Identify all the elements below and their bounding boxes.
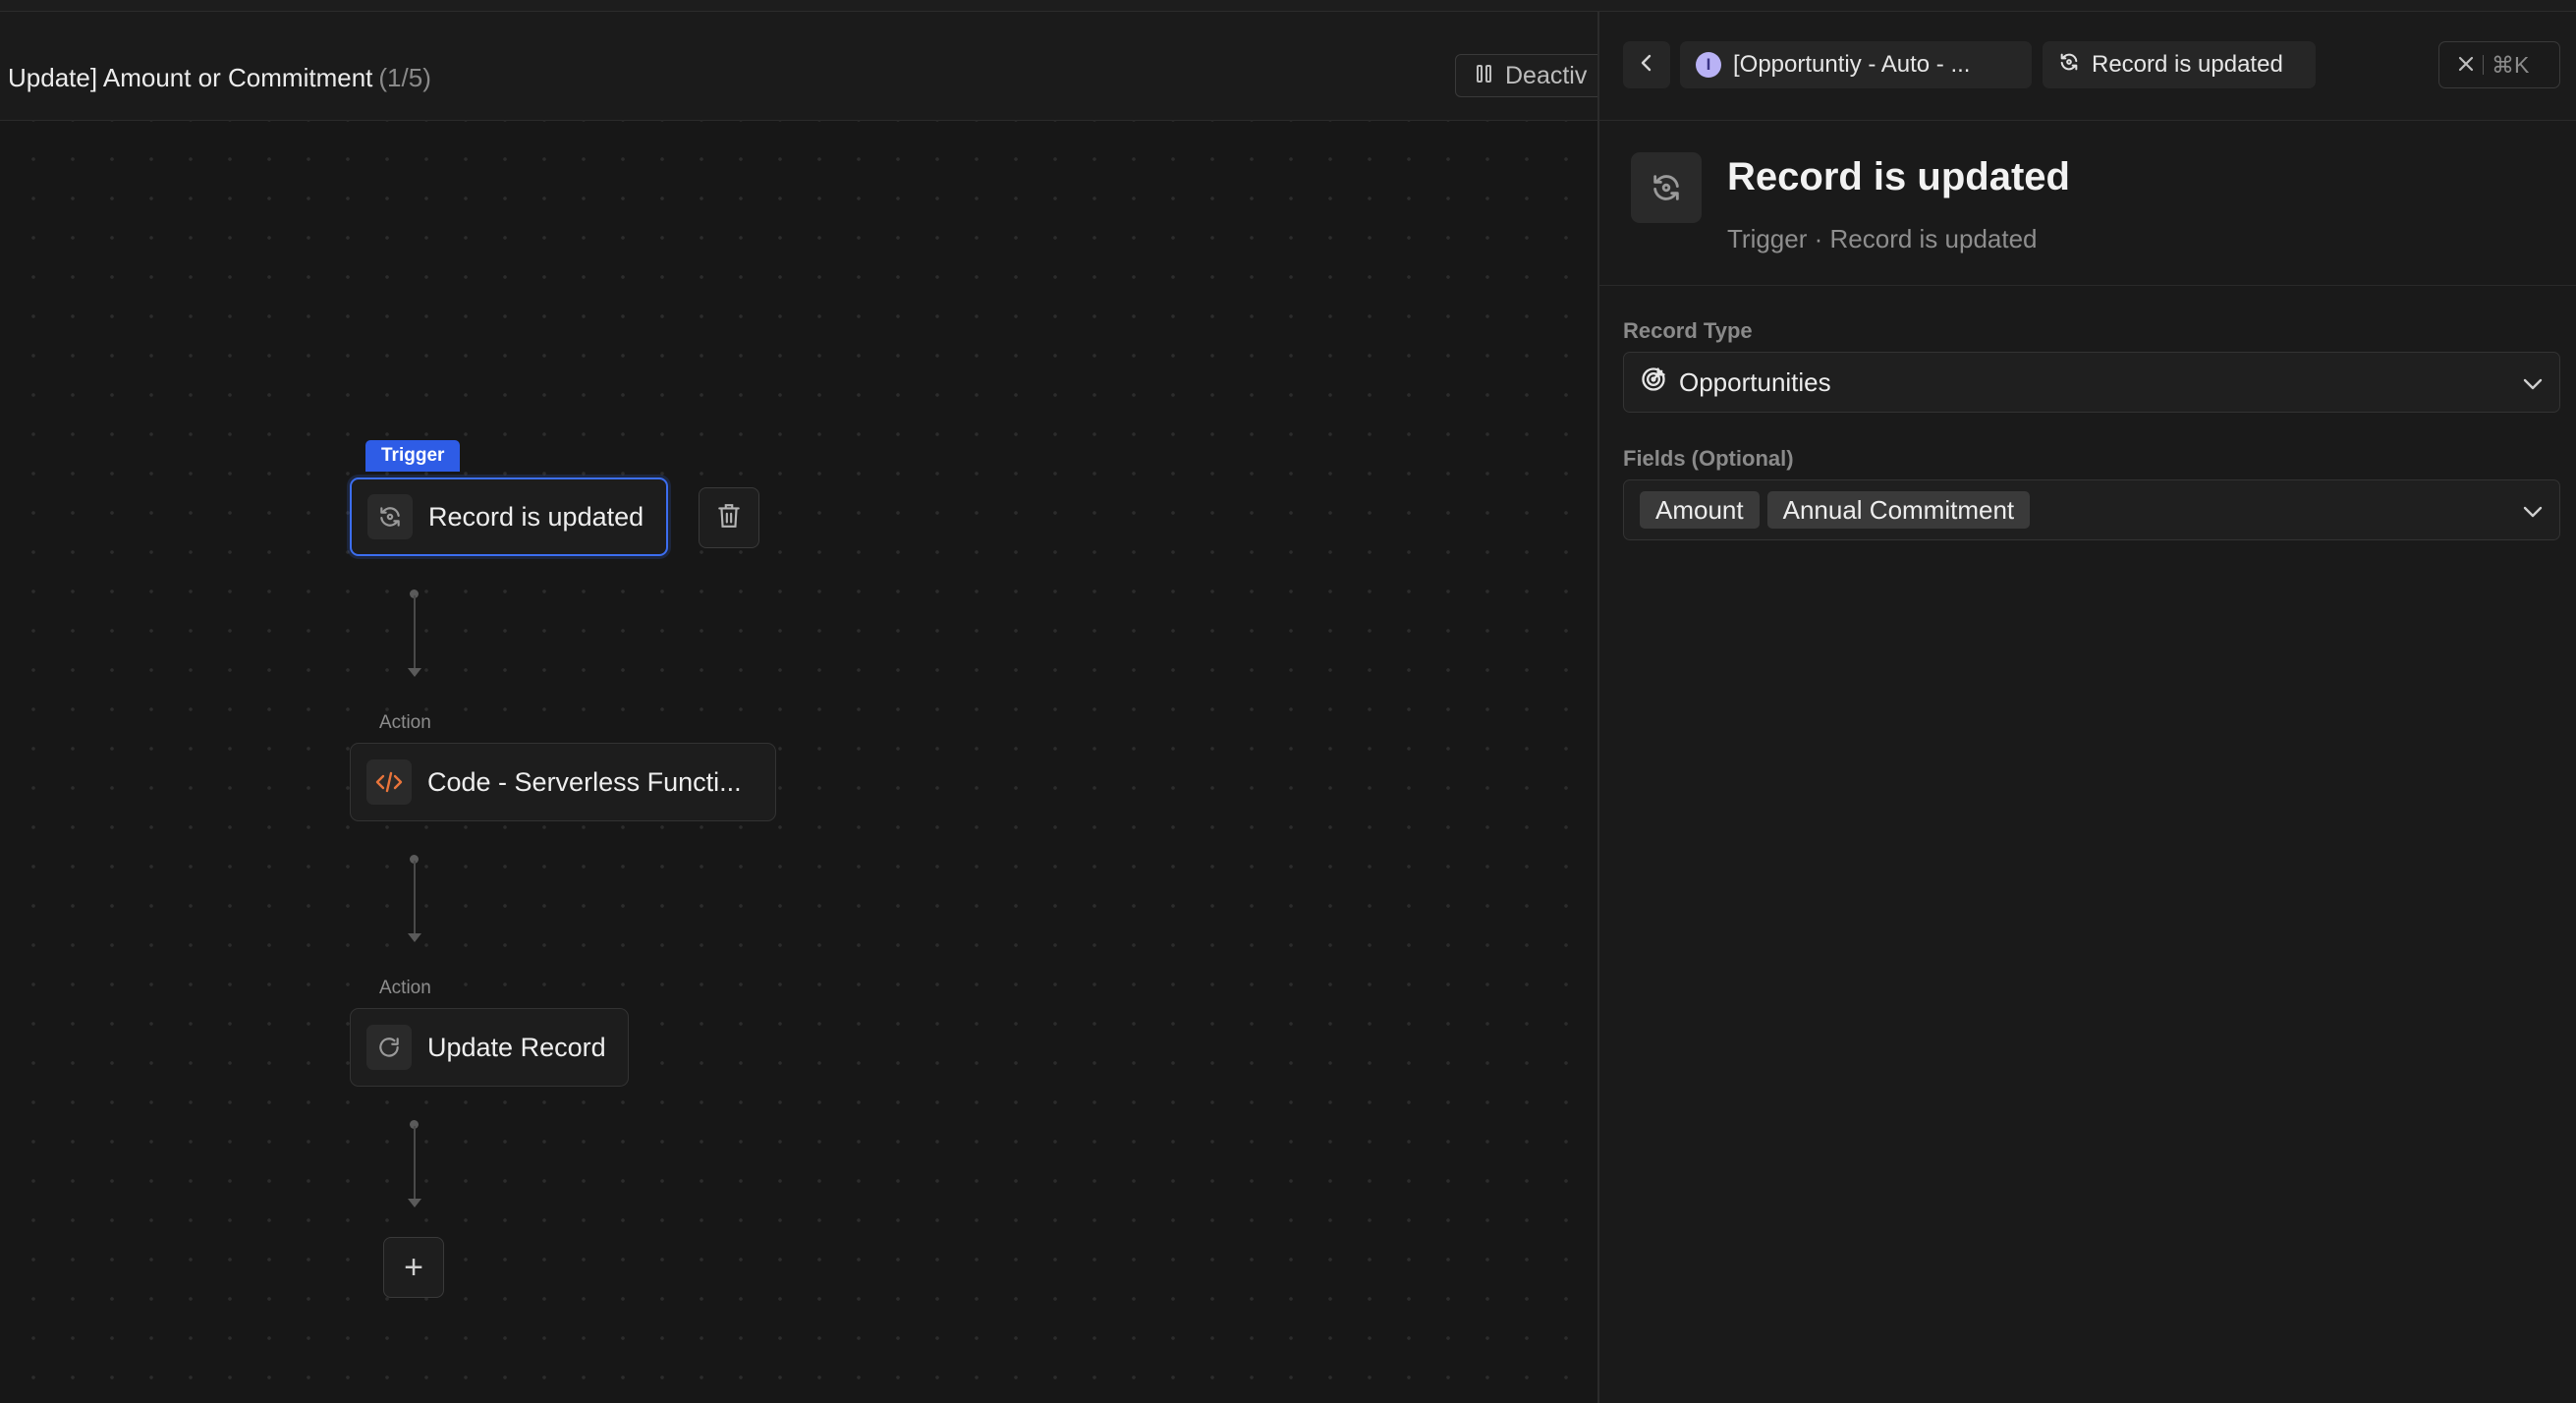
action-node-label: Update Record: [427, 1032, 606, 1062]
breadcrumb-workflow[interactable]: I [Opportuntiy - Auto - ...: [1680, 41, 2032, 88]
close-panel-button[interactable]: ⌘K: [2438, 41, 2560, 88]
workflow-title-text: Update] Amount or Commitment: [8, 63, 373, 92]
plus-icon: +: [404, 1248, 423, 1286]
add-step-button[interactable]: +: [383, 1237, 444, 1298]
breadcrumb-workflow-label: [Opportuntiy - Auto - ...: [1733, 51, 1971, 78]
panel-toolbar: I [Opportuntiy - Auto - ... Record is up…: [1599, 12, 2576, 121]
divider: [1599, 285, 2576, 286]
fields-label: Fields (Optional): [1623, 446, 1794, 471]
action-node-update-record[interactable]: Update Record: [350, 1008, 629, 1087]
field-pill-amount[interactable]: Amount: [1640, 491, 1760, 529]
trigger-node-label: Record is updated: [428, 501, 644, 532]
step-title: Record is updated: [1727, 155, 2070, 198]
connector-line: [414, 1126, 416, 1201]
action-node-label: Code - Serverless Functi...: [427, 766, 742, 797]
refresh-icon: [2058, 51, 2080, 80]
deactivate-button[interactable]: Deactiv: [1455, 54, 1612, 97]
trigger-node-record-updated[interactable]: Record is updated: [350, 477, 668, 556]
connector-arrow: [408, 668, 421, 677]
action-tag: Action: [379, 978, 431, 998]
rotate-icon: [366, 1025, 412, 1070]
record-type-value: Opportunities: [1679, 366, 1831, 397]
workflow-canvas[interactable]: [0, 12, 1597, 1403]
action-node-code[interactable]: Code - Serverless Functi...: [350, 743, 776, 821]
step-subtitle: Trigger · Record is updated: [1727, 224, 2038, 253]
action-tag: Action: [379, 712, 431, 733]
trash-icon: [716, 502, 742, 534]
fields-multiselect[interactable]: Amount Annual Commitment: [1623, 479, 2560, 540]
breadcrumb-step-label: Record is updated: [2092, 51, 2283, 78]
pause-icon: [1476, 62, 1493, 90]
code-icon: [366, 759, 412, 805]
connector-arrow: [408, 1199, 421, 1207]
connector-arrow: [408, 933, 421, 942]
breadcrumb-step[interactable]: Record is updated: [2043, 41, 2316, 88]
trigger-tag: Trigger: [365, 440, 461, 472]
workflow-title: Update] Amount or Commitment (1/5): [8, 63, 431, 93]
target-icon: [1640, 365, 1667, 400]
refresh-icon: [1631, 152, 1702, 223]
chevron-left-icon: [1640, 52, 1653, 79]
chevron-down-icon: [2522, 367, 2544, 398]
step-detail-panel: I [Opportuntiy - Auto - ... Record is up…: [1597, 12, 2576, 1403]
separator: [2483, 55, 2484, 75]
connector-line: [414, 861, 416, 935]
back-button[interactable]: [1623, 41, 1670, 88]
refresh-icon: [367, 494, 413, 539]
connector-line: [414, 595, 416, 670]
field-pill-annual-commitment[interactable]: Annual Commitment: [1766, 491, 2031, 529]
workflow-header: Update] Amount or Commitment (1/5) Deacti…: [0, 12, 1612, 121]
record-type-select[interactable]: Opportunities: [1623, 352, 2560, 413]
deactivate-label: Deactiv: [1505, 61, 1588, 89]
workflow-avatar: I: [1696, 52, 1721, 78]
close-shortcut: ⌘K: [2492, 51, 2530, 78]
workflow-version-count: (1/5): [378, 63, 431, 92]
record-type-label: Record Type: [1623, 318, 1753, 343]
chevron-down-icon: [2522, 495, 2544, 526]
top-strip: [0, 0, 2576, 12]
close-icon: [2457, 52, 2475, 79]
delete-step-button[interactable]: [699, 487, 759, 548]
